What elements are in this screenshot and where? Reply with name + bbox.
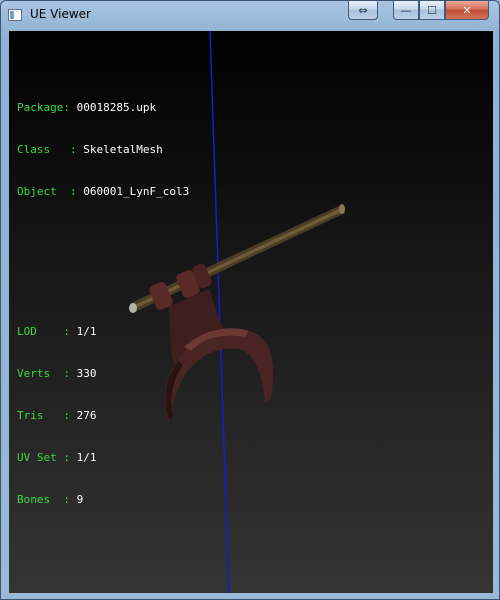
app-icon: [8, 9, 22, 21]
3d-viewport[interactable]: Package: 00018285.upk Class : SkeletalMe…: [9, 31, 493, 593]
info-value: 276: [76, 409, 97, 422]
info-value: 060001_LynF_col3: [83, 185, 190, 198]
close-button[interactable]: ✕: [445, 1, 489, 20]
info-value: 9: [76, 493, 84, 506]
mesh-stats: LOD : 1/1 Verts : 330 Tris : 276 UV Set …: [17, 297, 189, 535]
info-value: SkeletalMesh: [83, 143, 163, 156]
info-label: Package:: [17, 101, 77, 114]
info-row-tris: Tris : 276: [17, 409, 189, 423]
minimize-button[interactable]: —: [393, 1, 419, 20]
info-row-lod: LOD : 1/1: [17, 325, 189, 339]
info-row-bones: Bones : 9: [17, 493, 189, 507]
info-label: Class :: [17, 143, 84, 156]
mesh-info-overlay: Package: 00018285.upk Class : SkeletalMe…: [17, 45, 189, 563]
app-window: UE Viewer ⇔ — ☐ ✕ Package: 00018285.upk …: [0, 0, 500, 600]
info-row-uvset: UV Set : 1/1: [17, 451, 189, 465]
package-info: Package: 00018285.upk Class : SkeletalMe…: [17, 73, 189, 227]
info-row-class: Class : SkeletalMesh: [17, 143, 189, 157]
info-label: UV Set :: [17, 451, 77, 464]
info-value: 1/1: [76, 325, 97, 338]
info-label: LOD :: [17, 325, 77, 338]
window-title: UE Viewer: [30, 7, 91, 21]
info-label: Bones :: [17, 493, 77, 506]
info-label: Object :: [17, 185, 84, 198]
title-bar[interactable]: UE Viewer ⇔ — ☐ ✕: [1, 1, 499, 31]
info-value: 330: [76, 367, 97, 380]
maximize-button[interactable]: ☐: [419, 1, 445, 20]
info-row-object: Object : 060001_LynF_col3: [17, 185, 189, 199]
info-label: Verts :: [17, 367, 77, 380]
resize-button[interactable]: ⇔: [348, 1, 378, 20]
info-row-package: Package: 00018285.upk: [17, 101, 189, 115]
info-label: Tris :: [17, 409, 77, 422]
info-value: 1/1: [76, 451, 97, 464]
info-value: 00018285.upk: [76, 101, 157, 114]
info-row-verts: Verts : 330: [17, 367, 189, 381]
